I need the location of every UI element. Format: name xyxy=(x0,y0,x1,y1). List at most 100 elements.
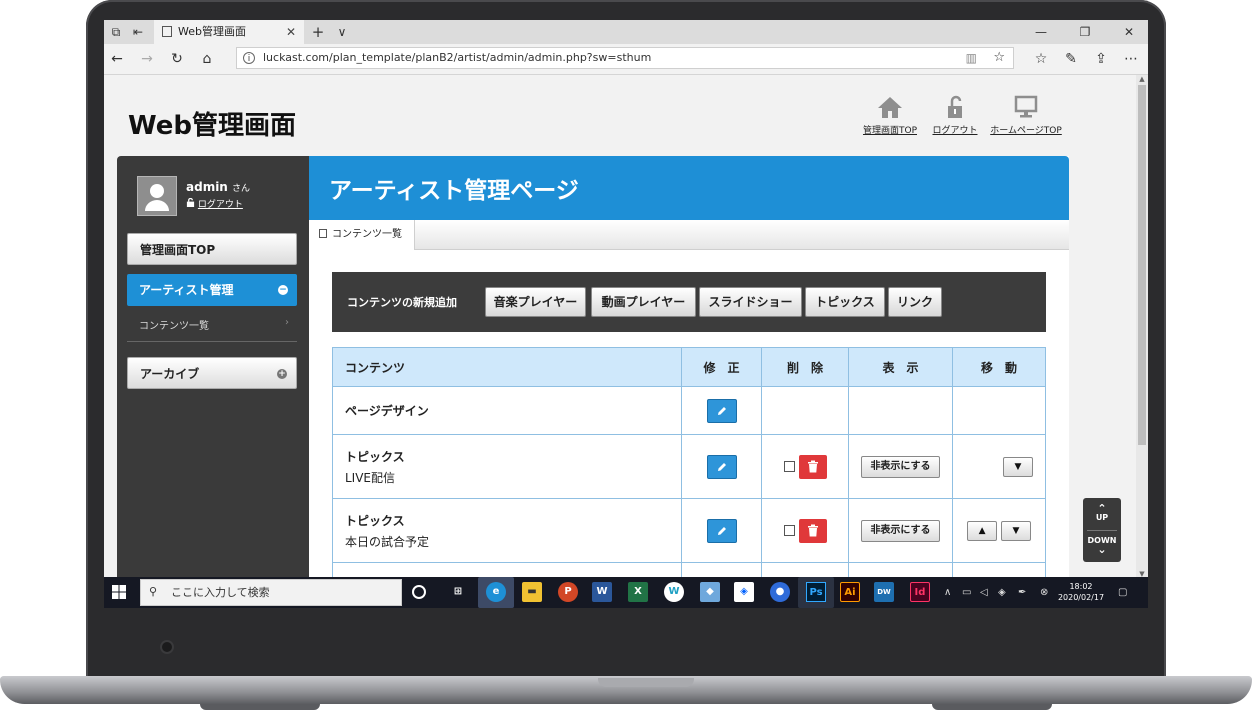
hide-button[interactable]: 非表示にする xyxy=(861,519,940,542)
topnav-admin-top[interactable]: 管理画面TOP xyxy=(862,95,918,136)
vertical-scrollbar[interactable]: ▲ ▼ xyxy=(1136,75,1148,578)
pen-tray-icon[interactable]: ✒ xyxy=(1018,577,1026,608)
excel-app-icon[interactable]: X xyxy=(628,582,648,602)
close-circle-icon[interactable]: ⊗ xyxy=(1040,577,1048,608)
word-app-icon[interactable]: W xyxy=(592,582,612,602)
edit-button[interactable] xyxy=(706,518,737,543)
favorites-list-icon[interactable]: ☆ xyxy=(1032,50,1050,68)
tab-actions-icon[interactable]: ⧉ xyxy=(108,24,124,40)
search-icon: ⚲ xyxy=(149,585,158,598)
tab-list-icon[interactable]: ∨ xyxy=(334,24,350,40)
dropbox-app-icon[interactable]: ◈ xyxy=(734,582,754,602)
explorer-app-icon[interactable]: ▬ xyxy=(522,582,542,602)
edit-button[interactable] xyxy=(706,398,737,423)
add-link-button[interactable]: リンク xyxy=(888,287,942,317)
page-up-down-widget: ⌃ UP DOWN ⌄ xyxy=(1083,498,1121,562)
restore-icon[interactable]: ❐ xyxy=(1070,20,1100,44)
chevron-down-icon: ⌄ xyxy=(1097,543,1107,556)
sidebar-item-admin-top[interactable]: 管理画面TOP xyxy=(127,233,297,265)
move-down-button[interactable]: ▼ xyxy=(1000,520,1031,541)
close-tab-icon[interactable]: ✕ xyxy=(286,20,296,44)
add-music-player-button[interactable]: 音楽プレイヤー xyxy=(485,287,586,317)
pen-icon[interactable]: ✎ xyxy=(1062,50,1080,68)
volume-icon[interactable]: ◁ xyxy=(980,577,988,608)
illustrator-app-icon[interactable]: Ai xyxy=(840,582,860,602)
app-icon[interactable]: ◆ xyxy=(700,582,720,602)
sidebar-subitem-content-list[interactable]: コンテンツ一覧 › xyxy=(139,317,297,332)
table-row xyxy=(332,562,1046,578)
col-delete: 削 除 xyxy=(761,347,849,387)
windows-start-icon[interactable] xyxy=(112,585,126,599)
new-tab-icon[interactable]: + xyxy=(310,24,326,40)
sidebar-item-archive[interactable]: アーカイブ + xyxy=(127,357,297,389)
clock[interactable]: 18:02 2020/02/17 xyxy=(1054,581,1108,603)
new-content-bar: コンテンツの新規追加 音楽プレイヤー 動画プレイヤー スライドショー トピックス… xyxy=(332,272,1046,332)
pencil-icon xyxy=(717,406,726,415)
pencil-icon xyxy=(717,462,726,471)
network-icon[interactable]: ▭ xyxy=(962,577,971,608)
delete-button[interactable] xyxy=(798,454,827,479)
move-down-button[interactable]: ▼ xyxy=(1002,456,1033,477)
task-view-icon[interactable]: ⊞ xyxy=(448,582,468,602)
set-aside-tabs-icon[interactable]: ⇤ xyxy=(130,24,146,40)
row-name: トピックス xyxy=(345,449,405,464)
web-page: Web管理画面 管理画面TOP ログアウト ホームページTOP admin さん… xyxy=(104,75,1136,578)
add-video-player-button[interactable]: 動画プレイヤー xyxy=(591,287,696,317)
chevron-right-icon: › xyxy=(285,317,289,328)
powerpoint-app-icon[interactable]: P xyxy=(558,582,578,602)
minimize-icon[interactable]: — xyxy=(1026,20,1056,44)
expand-icon: + xyxy=(277,369,287,379)
cortana-icon[interactable] xyxy=(412,585,426,599)
page-down-button[interactable]: DOWN ⌄ xyxy=(1083,536,1121,556)
site-info-icon[interactable]: i xyxy=(243,52,255,64)
photoshop-app-icon[interactable]: Ps xyxy=(798,577,834,608)
hide-button[interactable]: 非表示にする xyxy=(861,455,940,478)
main-header: アーティスト管理ページ xyxy=(309,156,1069,220)
share-icon[interactable]: ⇪ xyxy=(1092,50,1110,68)
refresh-icon[interactable]: ↻ xyxy=(168,50,186,68)
reading-view-icon[interactable]: ▥ xyxy=(966,51,977,65)
delete-checkbox[interactable] xyxy=(783,461,795,472)
scroll-up-icon[interactable]: ▲ xyxy=(1136,75,1148,83)
indesign-app-icon[interactable]: Id xyxy=(910,582,930,602)
forward-icon[interactable]: → xyxy=(138,50,156,68)
app-icon[interactable]: W xyxy=(664,582,684,602)
scroll-thumb[interactable] xyxy=(1138,85,1146,445)
sidebar-item-artist-admin[interactable]: アーティスト管理 − xyxy=(127,274,297,306)
more-icon[interactable]: ⋯ xyxy=(1122,50,1140,68)
edit-button[interactable] xyxy=(706,454,737,479)
laptop-foot-left xyxy=(200,704,320,710)
browser-tab-bar: ⧉ ⇤ Web管理画面 ✕ + ∨ — ❐ ✕ xyxy=(104,20,1148,44)
edge-app-icon[interactable]: e xyxy=(478,577,514,608)
sub-tab-bar: コンテンツ一覧 xyxy=(309,220,1069,250)
trash-icon xyxy=(807,460,818,472)
dropbox-tray-icon[interactable]: ◈ xyxy=(998,577,1006,608)
url-field[interactable]: i luckast.com/plan_template/planB2/artis… xyxy=(236,47,1014,69)
topnav-homepage-top[interactable]: ホームページTOP xyxy=(990,95,1062,136)
laptop-notch xyxy=(598,678,694,687)
home-icon[interactable]: ⌂ xyxy=(198,50,216,68)
delete-button[interactable] xyxy=(798,518,827,543)
delete-checkbox[interactable] xyxy=(783,525,795,536)
page-up-button[interactable]: ⌃ UP xyxy=(1083,502,1121,522)
favorite-star-icon[interactable]: ☆ xyxy=(993,50,1005,65)
dreamweaver-app-icon[interactable]: DW xyxy=(874,582,894,602)
back-icon[interactable]: ← xyxy=(108,50,126,68)
browser-tab[interactable]: Web管理画面 ✕ xyxy=(154,20,304,44)
tray-chevron-icon[interactable]: ∧ xyxy=(944,577,951,608)
tab-content-list[interactable]: コンテンツ一覧 xyxy=(309,220,415,250)
add-topics-button[interactable]: トピックス xyxy=(805,287,885,317)
move-up-button[interactable]: ▲ xyxy=(967,520,998,541)
sidebar-logout-link[interactable]: ログアウト xyxy=(186,197,243,210)
topnav-logout[interactable]: ログアウト xyxy=(930,95,980,136)
add-slideshow-button[interactable]: スライドショー xyxy=(699,287,802,317)
col-content: コンテンツ xyxy=(332,347,682,387)
camera xyxy=(162,642,172,652)
time: 18:02 xyxy=(1069,582,1093,591)
app-icon[interactable]: ● xyxy=(770,582,790,602)
close-window-icon[interactable]: ✕ xyxy=(1114,20,1144,44)
divider xyxy=(1087,530,1117,531)
notification-icon[interactable]: ▢ xyxy=(1118,577,1127,608)
chevron-up-icon: ⌃ xyxy=(1097,502,1107,515)
taskbar-search[interactable]: ⚲ ここに入力して検索 xyxy=(140,579,402,606)
